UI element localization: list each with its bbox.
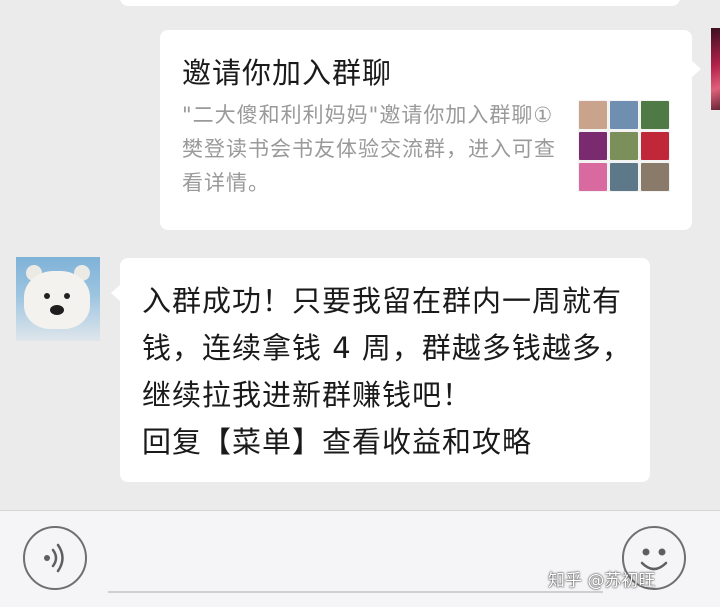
avatar-photo-icon xyxy=(641,163,669,191)
bubble-tail xyxy=(691,60,701,78)
polar-bear-icon xyxy=(24,271,90,329)
bear-eye-icon xyxy=(44,293,50,299)
group-invite-card[interactable]: 邀请你加入群聊 "二大傻和利利妈妈"邀请你加入群聊①樊登读书会书友体验交流群，进… xyxy=(160,30,701,230)
group-avatar-grid xyxy=(578,100,670,192)
chat-screen: 邀请你加入群聊 "二大傻和利利妈妈"邀请你加入群聊①樊登读书会书友体验交流群，进… xyxy=(0,0,720,607)
voice-icon xyxy=(44,543,64,573)
sender-avatar[interactable] xyxy=(16,257,100,341)
avatar-logo-icon xyxy=(579,132,607,160)
avatar-logo-icon xyxy=(641,132,669,160)
invite-title: 邀请你加入群聊 xyxy=(182,56,393,90)
bubble-tail xyxy=(111,284,121,302)
avatar-photo-icon xyxy=(579,163,607,191)
message-input[interactable] xyxy=(108,591,603,593)
bear-nose-icon xyxy=(50,305,64,315)
watermark: 知乎 @苏初旺 xyxy=(548,571,656,591)
avatar-photo-icon xyxy=(610,132,638,160)
received-message-bubble[interactable]: 入群成功！只要我留在群内一周就有钱，连续拿钱 4 周，群越多钱越多，继续拉我进新… xyxy=(111,258,650,482)
invite-description: "二大傻和利利妈妈"邀请你加入群聊①樊登读书会书友体验交流群，进入可查看详情。 xyxy=(182,103,556,195)
message-text: 入群成功！只要我留在群内一周就有钱，连续拿钱 4 周，群越多钱越多，继续拉我进新… xyxy=(142,284,632,459)
previous-message-bubble[interactable] xyxy=(120,0,680,6)
my-avatar[interactable] xyxy=(711,28,720,110)
avatar-photo-icon xyxy=(610,163,638,191)
bear-eye-icon xyxy=(64,293,70,299)
avatar-photo-icon xyxy=(579,101,607,129)
avatar-photo-icon xyxy=(641,101,669,129)
chat-input-bar xyxy=(0,510,720,607)
voice-button[interactable] xyxy=(23,526,87,590)
avatar-photo-icon xyxy=(610,101,638,129)
